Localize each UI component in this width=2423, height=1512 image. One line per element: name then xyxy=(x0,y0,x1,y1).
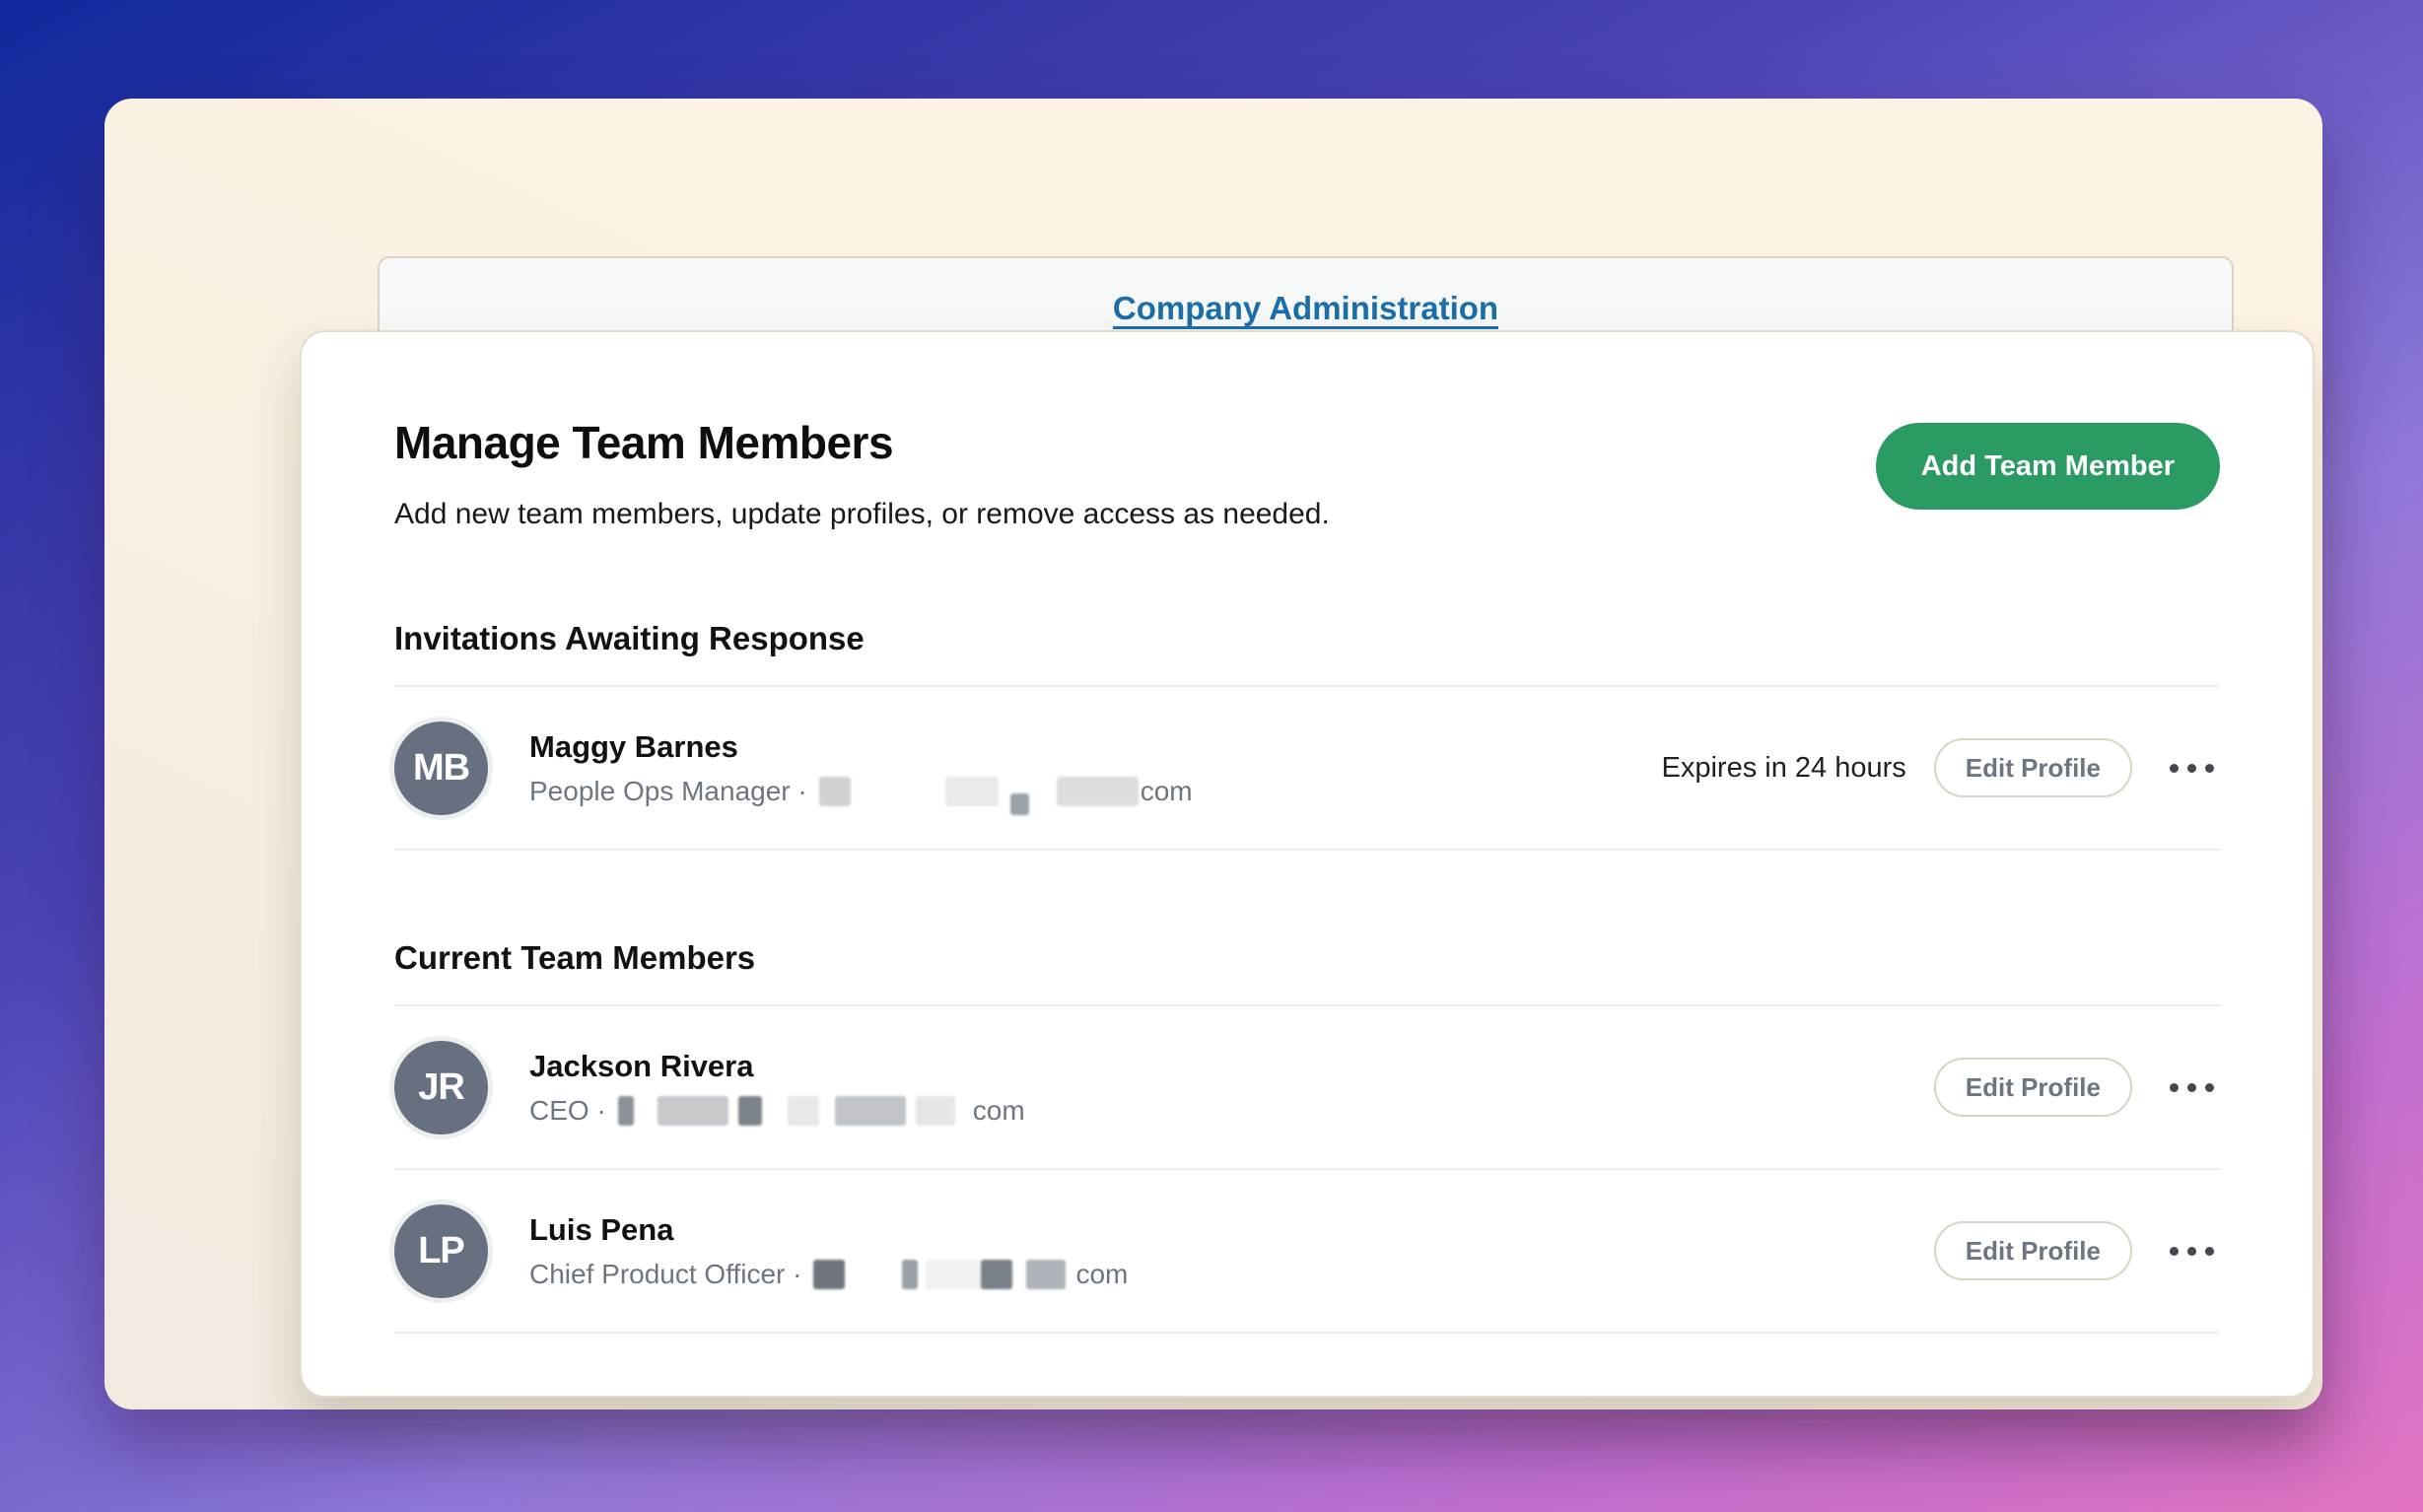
avatar: MB xyxy=(394,722,488,815)
member-name: Jackson Rivera xyxy=(529,1049,1025,1084)
sections: Invitations Awaiting Response MB Maggy B… xyxy=(394,620,2220,1334)
redaction-block xyxy=(851,777,945,806)
panel-header-text: Manage Team Members Add new team members… xyxy=(394,417,1330,531)
row-actions: Expires in 24 hours Edit Profile xyxy=(1662,738,2221,797)
more-options-button[interactable] xyxy=(2164,1071,2220,1104)
redaction-block xyxy=(1026,1260,1066,1289)
page-subtitle: Add new team members, update profiles, o… xyxy=(394,498,1330,531)
member-name: Luis Pena xyxy=(529,1212,1128,1248)
email-suffix: com xyxy=(973,1095,1025,1127)
member-role-line: CEO · com xyxy=(529,1095,1025,1127)
section-rows: MB Maggy Barnes People Ops Manager · com… xyxy=(394,685,2220,851)
member-role-line: Chief Product Officer · com xyxy=(529,1259,1128,1290)
app-window: Company Administration Manage Team Membe… xyxy=(104,99,2322,1409)
redaction-block xyxy=(819,1096,835,1126)
member-role: People Ops Manager · xyxy=(529,776,807,807)
redaction-block xyxy=(634,1096,658,1126)
redacted-email xyxy=(819,777,1139,806)
redaction-block xyxy=(918,1260,926,1289)
desktop-background: Company Administration Manage Team Membe… xyxy=(0,0,2423,1512)
redacted-email xyxy=(618,1096,971,1126)
page-title: Manage Team Members xyxy=(394,417,1330,468)
more-options-button[interactable] xyxy=(2164,1235,2220,1268)
redaction-block xyxy=(1057,777,1139,806)
member-row: MB Maggy Barnes People Ops Manager · com… xyxy=(394,687,2220,851)
redaction-block xyxy=(906,1096,916,1126)
avatar: LP xyxy=(394,1204,488,1298)
redaction-block xyxy=(728,1096,738,1126)
redaction-block xyxy=(835,1096,906,1126)
company-administration-link[interactable]: Company Administration xyxy=(1113,290,1498,327)
redaction-block xyxy=(999,777,1010,806)
row-actions: Edit Profile xyxy=(1934,1221,2220,1280)
edit-profile-button[interactable]: Edit Profile xyxy=(1934,1058,2132,1117)
redacted-email xyxy=(813,1260,1073,1289)
redaction-block xyxy=(1010,793,1029,815)
ellipsis-icon xyxy=(2170,764,2214,773)
panel-header: Manage Team Members Add new team members… xyxy=(394,332,2220,531)
email-suffix: com xyxy=(1141,776,1193,807)
ellipsis-icon xyxy=(2170,1083,2214,1092)
member-info: Maggy Barnes People Ops Manager · com xyxy=(529,729,1193,807)
member-section: Current Team Members JR Jackson Rivera C… xyxy=(394,939,2220,1334)
redaction-block xyxy=(916,1096,955,1126)
redaction-block xyxy=(788,1096,819,1126)
redaction-block xyxy=(658,1096,728,1126)
redaction-block xyxy=(1029,777,1057,806)
member-info: Jackson Rivera CEO · com xyxy=(529,1049,1025,1127)
email-suffix: com xyxy=(1075,1259,1128,1290)
manage-team-members-panel: Manage Team Members Add new team members… xyxy=(300,330,2315,1398)
member-role: CEO · xyxy=(529,1095,606,1127)
more-options-button[interactable] xyxy=(2164,752,2220,785)
edit-profile-button[interactable]: Edit Profile xyxy=(1934,1221,2132,1280)
section-heading: Invitations Awaiting Response xyxy=(394,620,2220,657)
redaction-block xyxy=(762,1096,788,1126)
member-row: LP Luis Pena Chief Product Officer · com… xyxy=(394,1170,2220,1334)
member-role-line: People Ops Manager · com xyxy=(529,776,1193,807)
member-info: Luis Pena Chief Product Officer · com xyxy=(529,1212,1128,1290)
ellipsis-icon xyxy=(2170,1247,2214,1256)
redaction-block xyxy=(813,1260,845,1289)
redaction-block xyxy=(981,1260,1012,1289)
edit-profile-button[interactable]: Edit Profile xyxy=(1934,738,2132,797)
redaction-block xyxy=(945,777,999,806)
redaction-block xyxy=(926,1260,981,1289)
member-section: Invitations Awaiting Response MB Maggy B… xyxy=(394,620,2220,851)
member-name: Maggy Barnes xyxy=(529,729,1193,765)
add-team-member-button[interactable]: Add Team Member xyxy=(1876,423,2220,510)
status-text: Expires in 24 hours xyxy=(1662,752,1906,785)
redaction-block xyxy=(845,1260,902,1289)
row-actions: Edit Profile xyxy=(1934,1058,2220,1117)
section-rows: JR Jackson Rivera CEO · com Edit Profile… xyxy=(394,1004,2220,1334)
redaction-block xyxy=(738,1096,762,1126)
redaction-block xyxy=(902,1260,918,1289)
avatar: JR xyxy=(394,1041,488,1134)
member-row: JR Jackson Rivera CEO · com Edit Profile xyxy=(394,1006,2220,1170)
member-role: Chief Product Officer · xyxy=(529,1259,801,1290)
redaction-block xyxy=(819,777,851,806)
redaction-block xyxy=(618,1096,634,1126)
redaction-block xyxy=(1012,1260,1026,1289)
section-heading: Current Team Members xyxy=(394,939,2220,977)
redaction-block xyxy=(955,1096,971,1126)
redaction-block xyxy=(1066,1260,1073,1289)
